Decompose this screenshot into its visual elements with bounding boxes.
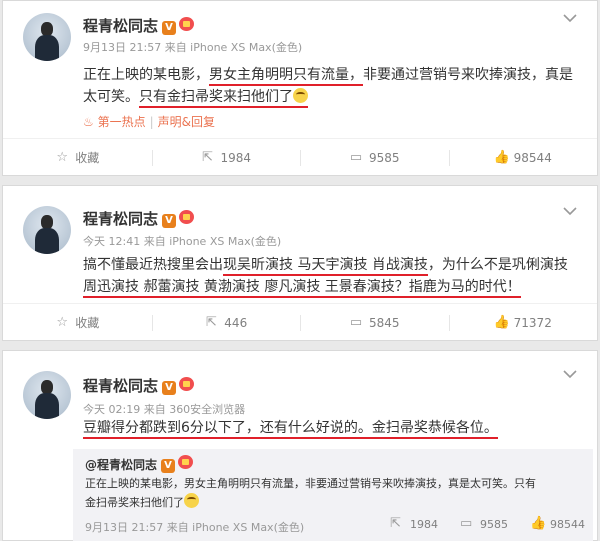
post-text: 正在上映的某电影，男女主角明明只有流量，非要通过营销号来吹捧演技，真是 太可笑。… <box>83 64 583 108</box>
underlined-text: 只有金扫帚奖来扫他们了 <box>139 89 293 105</box>
chevron-down-icon[interactable] <box>563 367 581 385</box>
member-badge-icon <box>178 455 194 469</box>
quoted-actions: ⇱ 1984 ▭ 9585 👍 98544 <box>390 517 585 531</box>
text-segment: 正在上映的某电影， <box>83 67 209 83</box>
quoted-repost-button[interactable]: ⇱ 1984 <box>390 517 438 531</box>
grin-emoji-icon <box>293 88 308 103</box>
repost-icon: ⇱ <box>390 516 401 531</box>
weibo-post-2: 程青松同志 V 今天 12:41 来自 iPhone XS Max(金色) 搞不懂… <box>2 185 598 341</box>
quoted-like-button[interactable]: 👍 98544 <box>530 517 585 531</box>
verified-badge-icon: V <box>161 459 176 473</box>
author-name-text[interactable]: 程青松同志 <box>83 377 158 395</box>
repost-icon: ⇱ <box>205 314 217 330</box>
chevron-down-icon[interactable] <box>563 204 581 222</box>
fire-icon: ♨ <box>83 115 94 129</box>
underlined-text: 周迅演技 郝蕾演技 黄渤演技 廖凡演技 <box>83 279 321 298</box>
quoted-post[interactable]: @程青松同志 V 正在上映的某电影，男女主角明明只有流量，非要通过营销号来吹捧演技… <box>73 449 593 541</box>
like-button[interactable]: 👍 98544 <box>448 139 598 176</box>
like-count: 71372 <box>513 315 552 330</box>
verified-badge-icon: V <box>162 214 177 228</box>
underlined-text: 王景春演技？指鹿为马的时代！ <box>320 279 521 298</box>
comment-button[interactable]: ▭ 9585 <box>300 139 449 176</box>
avatar[interactable] <box>23 206 71 254</box>
comment-icon: ▭ <box>349 314 363 330</box>
post-meta: 今天 02:19 来自 360安全浏览器 <box>83 403 246 416</box>
repost-icon: ⇱ <box>202 149 213 165</box>
comment-count: 9585 <box>368 150 400 165</box>
favorite-label: 收藏 <box>75 316 100 330</box>
thumbs-up-icon: 👍 <box>530 516 547 531</box>
quoted-author[interactable]: @程青松同志 V <box>85 455 194 473</box>
post-meta: 今天 12:41 来自 iPhone XS Max(金色) <box>83 235 282 248</box>
post-text: 豆瓣得分都跌到6分以下了，还有什么好说的。金扫帚奖恭候各位。 <box>83 417 583 439</box>
member-badge-icon <box>179 210 195 224</box>
like-button[interactable]: 👍 71372 <box>448 304 598 341</box>
favorite-button[interactable]: ☆ 收藏 <box>3 139 152 176</box>
post-text: 搞不懂最近热搜里会出现吴昕演技 马天宇演技 肖战演技，为什么不是巩俐演技 周迅演… <box>83 254 583 298</box>
repost-button[interactable]: ⇱ 1984 <box>151 139 301 176</box>
grin-emoji-icon <box>184 493 199 508</box>
comment-icon: ▭ <box>349 149 363 165</box>
verified-badge-icon: V <box>162 381 177 395</box>
like-count: 98544 <box>513 150 552 165</box>
statement-link[interactable]: 声明&回复 <box>158 115 215 129</box>
author-name-text[interactable]: 程青松同志 <box>83 17 158 35</box>
avatar[interactable] <box>23 13 71 61</box>
star-icon: ☆ <box>56 314 69 330</box>
quoted-text-line: 正在上映的某电影，男女主角明明只有流量，非要通过营销号来吹捧演技，真是太可笑。只… <box>85 477 536 490</box>
quoted-author-text[interactable]: @程青松同志 <box>85 458 157 472</box>
quoted-like-count: 98544 <box>550 517 585 531</box>
chevron-down-icon[interactable] <box>563 11 581 29</box>
text-segment: 非要通过营销号来吹捧演技，真是 <box>363 67 573 83</box>
weibo-post-3: 程青松同志 V 今天 02:19 来自 360安全浏览器 豆瓣得分都跌到6分以下了… <box>2 350 598 541</box>
action-bar: ☆ 收藏 ⇱ 446 ▭ 5845 👍 71372 <box>3 303 597 341</box>
quoted-text: 正在上映的某电影，男女主角明明只有流量，非要通过营销号来吹捧演技，真是太可笑。只… <box>85 475 585 512</box>
hot-topic-tag[interactable]: ♨ 第一热点 | 声明&回复 <box>83 113 215 130</box>
repost-button[interactable]: ⇱ 446 <box>151 304 301 341</box>
quoted-text-line: 金扫帚奖来扫他们了 <box>85 496 184 509</box>
thumbs-up-icon: 👍 <box>493 314 510 330</box>
hot-label[interactable]: 第一热点 <box>98 115 146 129</box>
quoted-meta: 9月13日 21:57 来自 iPhone XS Max(金色) <box>85 521 305 534</box>
member-badge-icon <box>179 17 195 31</box>
weibo-post-1: 程青松同志 V 9月13日 21:57 来自 iPhone XS Max(金色) … <box>2 0 598 176</box>
favorite-button[interactable]: ☆ 收藏 <box>3 304 152 341</box>
quoted-repost-count: 1984 <box>410 517 438 531</box>
member-badge-icon <box>179 377 195 391</box>
text-segment: 搞不懂最近热搜里会出 <box>83 257 223 273</box>
thumbs-up-icon: 👍 <box>493 149 510 165</box>
underlined-text: 现吴昕演技 马天宇演技 肖战演技 <box>223 257 428 276</box>
author-name[interactable]: 程青松同志 V <box>83 375 195 396</box>
favorite-label: 收藏 <box>75 151 100 165</box>
quoted-comment-count: 9585 <box>480 517 508 531</box>
quoted-comment-button[interactable]: ▭ 9585 <box>460 517 508 531</box>
post-meta: 9月13日 21:57 来自 iPhone XS Max(金色) <box>83 41 303 54</box>
author-name-text[interactable]: 程青松同志 <box>83 210 158 228</box>
star-icon: ☆ <box>56 149 69 165</box>
comment-button[interactable]: ▭ 5845 <box>300 304 449 341</box>
author-name[interactable]: 程青松同志 V <box>83 15 195 36</box>
underlined-text: 男女主角明明只有流量， <box>209 67 363 86</box>
repost-count: 446 <box>224 315 248 330</box>
repost-count: 1984 <box>220 150 252 165</box>
action-bar: ☆ 收藏 ⇱ 1984 ▭ 9585 👍 98544 <box>3 138 597 176</box>
comment-count: 5845 <box>368 315 400 330</box>
text-segment: 太可笑。 <box>83 89 139 105</box>
verified-badge-icon: V <box>162 21 177 35</box>
author-name[interactable]: 程青松同志 V <box>83 208 195 229</box>
avatar[interactable] <box>23 371 71 419</box>
comment-icon: ▭ <box>460 516 473 531</box>
text-segment: ，为什么不是巩俐演技 <box>427 257 568 273</box>
underlined-text: 豆瓣得分都跌到6分以下了，还有什么好说的。金扫帚奖恭候各位。 <box>83 420 498 439</box>
